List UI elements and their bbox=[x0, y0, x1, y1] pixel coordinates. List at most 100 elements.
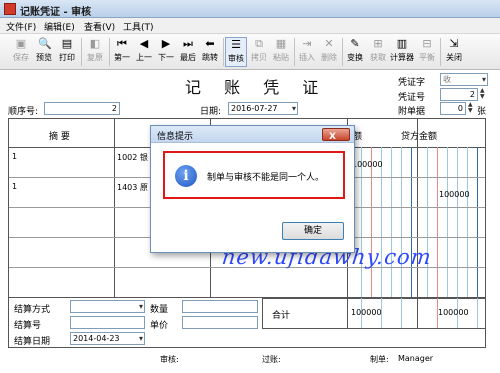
seq-input[interactable]: 2 bbox=[44, 102, 120, 115]
row2-credit[interactable]: 100000 bbox=[439, 190, 470, 199]
save-icon: ▣ bbox=[15, 37, 27, 50]
fetch-icon: ⊞ bbox=[373, 37, 383, 50]
message-highlight: i 制单与审核不能是同一个人。 bbox=[163, 151, 345, 199]
digit-line bbox=[411, 147, 412, 297]
dialog-title: 信息提示 bbox=[157, 132, 194, 142]
attach-unit: 张 bbox=[477, 107, 487, 117]
paste-icon: ▦ bbox=[275, 37, 287, 50]
qty-label: 数量 bbox=[150, 305, 169, 315]
settle-date-picker[interactable]: 2014-04-23 bbox=[70, 332, 145, 345]
info-icon: i bbox=[175, 165, 197, 187]
settle-type-label: 结算方式 bbox=[14, 305, 51, 315]
row1-account[interactable]: 1002 银 bbox=[117, 152, 148, 163]
balance-button[interactable]: ⊟ 平衡 bbox=[416, 37, 438, 67]
date-picker[interactable]: 2016-07-27 bbox=[228, 102, 298, 115]
price-label: 单价 bbox=[150, 321, 169, 331]
attach-spinner[interactable]: ▲ ▼ bbox=[468, 102, 474, 115]
calculator-icon: ▥ bbox=[396, 37, 408, 50]
digit-line bbox=[391, 147, 392, 297]
digit-line bbox=[477, 298, 478, 328]
voucher-number-label: 凭证号 bbox=[398, 93, 426, 103]
window-title: 记账凭证 - 审核 bbox=[20, 7, 92, 18]
grid-divider bbox=[114, 119, 115, 297]
voucher-type-select[interactable]: 收 bbox=[440, 73, 488, 86]
close-icon: X bbox=[329, 132, 336, 142]
row1-debit[interactable]: 100000 bbox=[352, 160, 383, 169]
close-door-icon: ⇲ bbox=[449, 37, 459, 50]
delete-button[interactable]: ✕ 删除 bbox=[318, 37, 340, 67]
digit-line bbox=[371, 147, 372, 297]
grid-divider bbox=[417, 119, 418, 297]
digit-line bbox=[401, 298, 402, 328]
close-button[interactable]: ⇲ 关闭 bbox=[443, 37, 465, 67]
grid-divider bbox=[262, 298, 486, 299]
restore-button[interactable]: ◧ 复原 bbox=[84, 37, 106, 67]
settle-type-select[interactable] bbox=[70, 300, 145, 313]
menu-bar: 文件(F) 编辑(E) 查看(V) 工具(T) bbox=[0, 18, 500, 34]
credit-header: 贷方金额 bbox=[401, 132, 438, 142]
digit-line bbox=[457, 147, 458, 297]
copy-icon: ⧉ bbox=[255, 37, 263, 50]
dialog-title-bar: 信息提示 X bbox=[151, 126, 354, 143]
summary-header: 摘 要 bbox=[49, 132, 70, 142]
voucher-number-input[interactable]: 2 bbox=[440, 88, 478, 101]
maker-name: Manager bbox=[398, 354, 434, 363]
settle-no-input[interactable] bbox=[70, 316, 145, 329]
post-status-label: 过账: bbox=[262, 355, 281, 364]
attach-input[interactable]: 0 bbox=[440, 102, 466, 115]
digit-line bbox=[361, 147, 362, 297]
grid-divider bbox=[262, 298, 263, 328]
goto-icon: ⬅ bbox=[205, 37, 215, 50]
row2-account[interactable]: 1403 原 bbox=[117, 182, 148, 193]
price-input[interactable] bbox=[182, 316, 258, 329]
delete-icon: ✕ bbox=[324, 37, 334, 50]
voucher-number-spinner[interactable]: ▲ ▼ bbox=[480, 88, 486, 101]
digit-line bbox=[427, 147, 428, 297]
digit-line bbox=[437, 147, 438, 297]
qty-input[interactable] bbox=[182, 300, 258, 313]
row1-summary[interactable]: 1 bbox=[12, 152, 17, 161]
toolbar: ▣ 保存 🔍 预览 ▤ 打印 ◧ 复原 ⏮ 第一 ◀ 上一 ▶ 下一 ⏭ 最后 ⬅ 跳转 ☰ 审核 … bbox=[0, 34, 500, 70]
audit-status-label: 审核: bbox=[160, 355, 179, 364]
total-credit: 100000 bbox=[438, 308, 469, 317]
settle-no-label: 结算号 bbox=[14, 321, 42, 331]
print-icon: ▤ bbox=[61, 37, 73, 50]
status-bar: 审核: 过账: 制单: Manager bbox=[0, 352, 500, 366]
goto-button[interactable]: ⬅ 跳转 bbox=[199, 37, 221, 67]
digit-line bbox=[477, 147, 478, 297]
row2-summary[interactable]: 1 bbox=[12, 182, 17, 191]
grid-divider bbox=[347, 298, 348, 328]
restore-icon: ◧ bbox=[89, 37, 101, 50]
voucher-title: 记 账 凭 证 bbox=[185, 78, 328, 97]
first-icon: ⏮ bbox=[117, 37, 127, 50]
audit-icon: ☰ bbox=[231, 38, 241, 51]
dialog-message: 制单与审核不能是同一个人。 bbox=[207, 173, 325, 183]
digit-line bbox=[467, 147, 468, 297]
preview-icon: 🔍 bbox=[38, 37, 52, 50]
ok-button[interactable]: 确定 bbox=[282, 222, 344, 240]
menu-edit[interactable]: 编辑(E) bbox=[44, 20, 75, 33]
menu-file[interactable]: 文件(F) bbox=[6, 20, 36, 33]
digit-line bbox=[401, 147, 402, 297]
date-label: 日期: bbox=[200, 107, 222, 117]
digit-line bbox=[447, 147, 448, 297]
info-dialog: 信息提示 X i 制单与审核不能是同一个人。 确定 bbox=[150, 125, 355, 253]
total-label: 合计 bbox=[272, 311, 291, 321]
title-bar: 记账凭证 - 审核 bbox=[0, 0, 500, 18]
attach-label: 附单据 bbox=[398, 107, 426, 117]
paste-button[interactable]: ▦ 粘贴 bbox=[270, 37, 292, 67]
next-icon: ▶ bbox=[161, 37, 171, 50]
print-button[interactable]: ▤ 打印 bbox=[56, 37, 78, 67]
settle-date-label: 结算日期 bbox=[14, 337, 51, 347]
maker-status-label: 制单: bbox=[370, 355, 389, 364]
fetch-button[interactable]: ⊞ 获取 bbox=[367, 37, 389, 67]
grid-divider bbox=[262, 328, 486, 329]
calculator-button[interactable]: ▥ 计算器 bbox=[390, 37, 414, 67]
insert-icon: ⇥ bbox=[302, 37, 312, 50]
app-icon bbox=[4, 3, 16, 15]
balance-icon: ⊟ bbox=[422, 37, 432, 50]
dialog-close-button[interactable]: X bbox=[322, 128, 350, 142]
menu-view[interactable]: 查看(V) bbox=[84, 20, 115, 33]
menu-tools[interactable]: 工具(T) bbox=[123, 20, 154, 33]
voucher-type-label: 凭证字 bbox=[398, 78, 426, 88]
